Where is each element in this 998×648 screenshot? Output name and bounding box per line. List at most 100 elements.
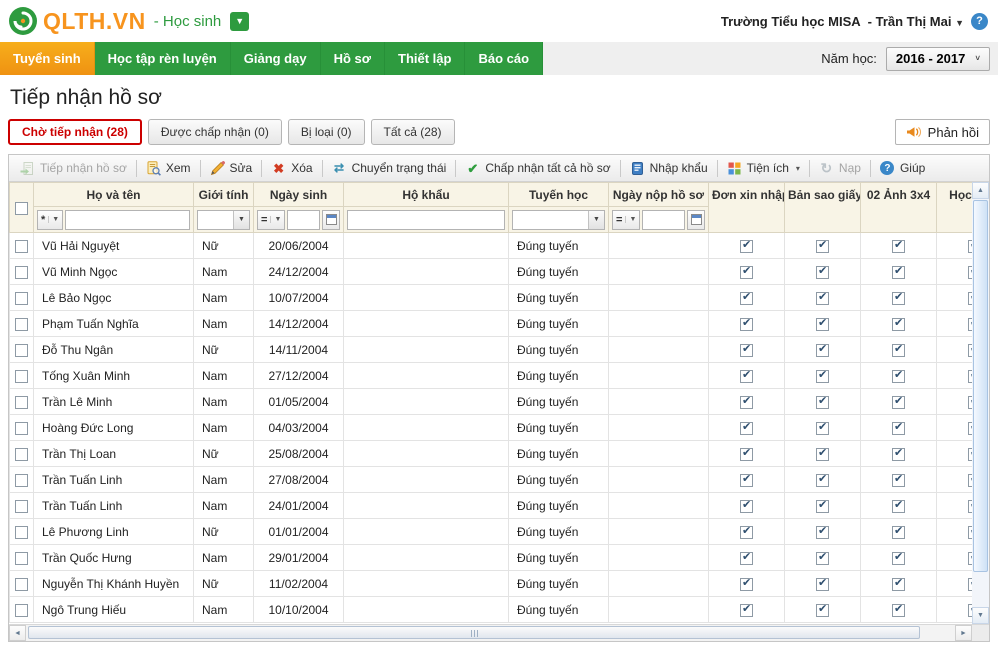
route-filter-select[interactable]: ▼ <box>512 210 605 230</box>
doc3-checkbox[interactable] <box>892 552 905 565</box>
table-row[interactable]: Nguyễn Thị Khánh Huyền Nữ 11/02/2004 Đún… <box>10 571 973 597</box>
row-select-checkbox[interactable] <box>15 318 28 331</box>
doc2-checkbox[interactable] <box>816 526 829 539</box>
doc1-checkbox[interactable] <box>740 578 753 591</box>
doc1-checkbox[interactable] <box>740 474 753 487</box>
nav-tab-giang-day[interactable]: Giảng dạy <box>231 42 321 75</box>
dob-calendar-button[interactable] <box>322 210 340 230</box>
doc1-checkbox[interactable] <box>740 344 753 357</box>
vertical-scrollbar[interactable]: ▲ ▼ <box>972 182 989 624</box>
col-header-anh-3x4[interactable]: 02 Ảnh 3x4 <box>861 183 937 233</box>
doc4-checkbox[interactable] <box>968 370 972 383</box>
doc2-checkbox[interactable] <box>816 448 829 461</box>
vertical-scroll-thumb[interactable] <box>973 200 988 572</box>
row-select-checkbox[interactable] <box>15 578 28 591</box>
import-button[interactable]: Nhập khẩu <box>624 157 714 180</box>
doc3-checkbox[interactable] <box>892 578 905 591</box>
doc3-checkbox[interactable] <box>892 318 905 331</box>
doc4-checkbox[interactable] <box>968 604 972 617</box>
doc2-checkbox[interactable] <box>816 240 829 253</box>
select-all-checkbox[interactable] <box>15 202 28 215</box>
doc4-checkbox[interactable] <box>968 526 972 539</box>
doc3-checkbox[interactable] <box>892 370 905 383</box>
name-filter-operator[interactable]: *▼ <box>37 210 63 230</box>
row-select-checkbox[interactable] <box>15 604 28 617</box>
status-tab-cho-tiep-nhan[interactable]: Chờ tiếp nhận (28) <box>8 119 142 145</box>
doc2-checkbox[interactable] <box>816 292 829 305</box>
row-select-checkbox[interactable] <box>15 500 28 513</box>
row-select-checkbox[interactable] <box>15 344 28 357</box>
status-tab-bi-loai[interactable]: Bị loại (0) <box>288 119 365 145</box>
doc1-checkbox[interactable] <box>740 292 753 305</box>
row-select-checkbox[interactable] <box>15 448 28 461</box>
scroll-right-button[interactable]: ► <box>955 625 972 641</box>
module-dropdown-button[interactable]: ▼ <box>230 12 249 31</box>
doc2-checkbox[interactable] <box>816 370 829 383</box>
col-header-ho-va-ten[interactable]: Họ và tên <box>34 183 194 207</box>
receive-record-button[interactable]: Tiếp nhận hồ sơ <box>14 157 133 180</box>
table-row[interactable]: Ngô Trung Hiếu Nam 10/10/2004 Đúng tuyến <box>10 597 973 623</box>
col-header-gioi-tinh[interactable]: Giới tính <box>194 183 254 207</box>
edit-button[interactable]: Sửa <box>204 157 259 180</box>
accept-all-button[interactable]: ✔ Chấp nhận tất cả hồ sơ <box>459 157 616 180</box>
table-row[interactable]: Đỗ Thu Ngân Nữ 14/11/2004 Đúng tuyến <box>10 337 973 363</box>
doc4-checkbox[interactable] <box>968 448 972 461</box>
doc2-checkbox[interactable] <box>816 552 829 565</box>
doc2-checkbox[interactable] <box>816 474 829 487</box>
doc2-checkbox[interactable] <box>816 344 829 357</box>
doc4-checkbox[interactable] <box>968 292 972 305</box>
school-year-select[interactable]: 2016 - 2017 ˅ <box>886 47 990 71</box>
doc3-checkbox[interactable] <box>892 344 905 357</box>
nav-tab-thiet-lap[interactable]: Thiết lập <box>385 42 465 75</box>
scroll-left-button[interactable]: ◄ <box>9 625 26 641</box>
change-status-button[interactable]: ⇄ Chuyển trạng thái <box>326 157 453 180</box>
table-row[interactable]: Trần Tuấn Linh Nam 24/01/2004 Đúng tuyến <box>10 493 973 519</box>
doc1-checkbox[interactable] <box>740 448 753 461</box>
doc1-checkbox[interactable] <box>740 266 753 279</box>
doc3-checkbox[interactable] <box>892 422 905 435</box>
row-select-checkbox[interactable] <box>15 422 28 435</box>
table-row[interactable]: Trần Lê Minh Nam 01/05/2004 Đúng tuyến <box>10 389 973 415</box>
col-header-ban-sao-giay-ks[interactable]: Bản sao giấy k <box>785 183 861 233</box>
col-header-tuyen-hoc[interactable]: Tuyến học <box>509 183 609 207</box>
doc4-checkbox[interactable] <box>968 552 972 565</box>
row-select-checkbox[interactable] <box>15 552 28 565</box>
nav-tab-hoc-tap-ren-luyen[interactable]: Học tập rèn luyện <box>95 42 231 75</box>
dob-filter-input[interactable] <box>287 210 320 230</box>
row-select-checkbox[interactable] <box>15 266 28 279</box>
doc1-checkbox[interactable] <box>740 552 753 565</box>
dob-filter-operator[interactable]: =▼ <box>257 210 285 230</box>
vertical-scroll-track[interactable] <box>972 573 989 607</box>
doc4-checkbox[interactable] <box>968 318 972 331</box>
table-row[interactable]: Vũ Minh Ngọc Nam 24/12/2004 Đúng tuyến <box>10 259 973 285</box>
nav-tab-ho-so[interactable]: Hồ sơ <box>321 42 385 75</box>
submit-date-calendar-button[interactable] <box>687 210 705 230</box>
reload-button[interactable]: ↻ Nạp <box>813 157 867 180</box>
doc2-checkbox[interactable] <box>816 422 829 435</box>
status-tab-duoc-chap-nhan[interactable]: Được chấp nhận (0) <box>148 119 282 145</box>
nav-tab-bao-cao[interactable]: Báo cáo <box>465 42 543 75</box>
doc1-checkbox[interactable] <box>740 396 753 409</box>
table-row[interactable]: Vũ Hải Nguyệt Nữ 20/06/2004 Đúng tuyến <box>10 233 973 259</box>
table-row[interactable]: Tống Xuân Minh Nam 27/12/2004 Đúng tuyến <box>10 363 973 389</box>
doc1-checkbox[interactable] <box>740 604 753 617</box>
doc4-checkbox[interactable] <box>968 422 972 435</box>
doc2-checkbox[interactable] <box>816 266 829 279</box>
view-button[interactable]: Xem <box>140 157 197 180</box>
doc3-checkbox[interactable] <box>892 292 905 305</box>
horizontal-scrollbar[interactable]: ◄ ► <box>9 624 989 641</box>
doc1-checkbox[interactable] <box>740 422 753 435</box>
doc3-checkbox[interactable] <box>892 474 905 487</box>
doc2-checkbox[interactable] <box>816 500 829 513</box>
horizontal-scroll-track[interactable] <box>26 625 955 641</box>
doc2-checkbox[interactable] <box>816 396 829 409</box>
col-header-don-xin-nhap[interactable]: Đơn xin nhập <box>709 183 785 233</box>
doc4-checkbox[interactable] <box>968 266 972 279</box>
nav-tab-tuyen-sinh[interactable]: Tuyển sinh <box>0 42 95 75</box>
feedback-button[interactable]: Phản hồi <box>895 119 990 145</box>
doc2-checkbox[interactable] <box>816 318 829 331</box>
gender-filter-select[interactable]: ▼ <box>197 210 250 230</box>
doc3-checkbox[interactable] <box>892 604 905 617</box>
col-header-ngay-nop-ho-so[interactable]: Ngày nộp hồ sơ <box>609 183 709 207</box>
doc3-checkbox[interactable] <box>892 240 905 253</box>
